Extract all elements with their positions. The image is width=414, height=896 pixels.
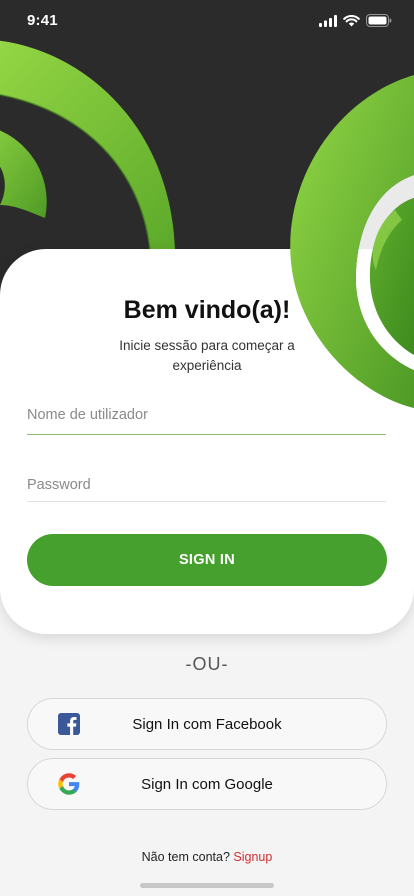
home-indicator [140, 883, 274, 888]
google-sign-in-label: Sign In com Google [141, 775, 273, 793]
password-input[interactable] [27, 473, 386, 497]
status-icons [319, 14, 392, 27]
status-bar: 9:41 [0, 0, 414, 44]
google-sign-in-button[interactable]: Sign In com Google [27, 758, 387, 810]
login-screen: 9:41 Bem vindo(a)! Inicie sessão para co… [0, 0, 414, 896]
google-icon [58, 773, 80, 795]
signup-footer: Não tem conta? Signup [0, 850, 414, 864]
username-input[interactable] [27, 403, 386, 427]
username-field-container [27, 403, 386, 435]
sign-in-button[interactable]: SIGN IN [27, 534, 387, 586]
password-field-container [27, 473, 386, 502]
no-account-prompt: Não tem conta? [141, 850, 230, 864]
welcome-subtitle: Inicie sessão para começar a experiência [119, 338, 295, 373]
welcome-title: Bem vindo(a)! [123, 296, 291, 324]
facebook-sign-in-label: Sign In com Facebook [132, 715, 282, 733]
signup-link[interactable]: Signup [233, 850, 272, 864]
status-time: 9:41 [27, 12, 58, 29]
wifi-icon [343, 14, 360, 26]
battery-icon [366, 14, 392, 27]
cellular-signal-icon [319, 14, 337, 27]
or-divider: -OU- [185, 654, 229, 674]
facebook-sign-in-button[interactable]: Sign In com Facebook [27, 698, 387, 750]
facebook-icon [58, 713, 80, 735]
